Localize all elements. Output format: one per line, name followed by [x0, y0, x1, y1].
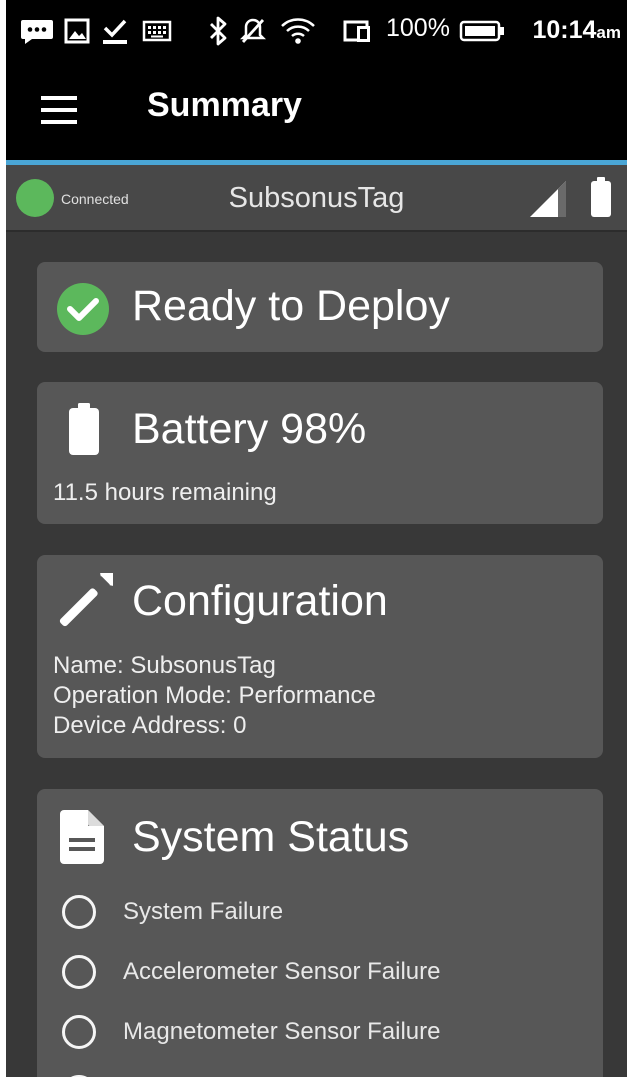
battery-title: Battery 98%	[132, 405, 367, 453]
battery-card[interactable]: Battery 98% 11.5 hours remaining	[37, 382, 603, 524]
keyboard-icon	[142, 16, 172, 46]
document-icon	[60, 810, 104, 869]
check-circle-icon	[56, 282, 110, 341]
page-title: Summary	[147, 86, 302, 124]
battery-icon	[590, 177, 612, 222]
image-icon	[64, 16, 90, 46]
config-operation-mode: Operation Mode: Performance	[53, 682, 376, 709]
clock: 10:14am	[532, 16, 621, 44]
connection-bar: Connected SubsonusTag	[6, 165, 627, 232]
status-bar: 100% 10:14am	[6, 0, 627, 60]
wifi-icon	[280, 16, 316, 46]
portrait-icon	[343, 16, 373, 46]
battery-full-icon	[69, 403, 99, 460]
status-indicator	[62, 955, 96, 989]
status-battery-icon	[459, 16, 505, 46]
battery-remaining: 11.5 hours remaining	[53, 479, 277, 506]
configuration-card[interactable]: Configuration Name: SubsonusTag Operatio…	[37, 555, 603, 758]
status-item-magnetometer-failure: Magnetometer Sensor Failure	[62, 1012, 440, 1052]
message-icon	[20, 16, 54, 46]
mute-icon	[240, 16, 266, 46]
status-item-partial	[62, 1072, 96, 1077]
download-done-icon	[102, 16, 128, 46]
config-device-address: Device Address: 0	[53, 712, 247, 739]
status-indicator	[62, 895, 96, 929]
status-item-system-failure: System Failure	[62, 892, 283, 932]
configuration-title: Configuration	[132, 577, 388, 625]
wrench-icon	[53, 557, 129, 638]
status-label: Accelerometer Sensor Failure	[123, 958, 441, 985]
status-label: Magnetometer Sensor Failure	[123, 1018, 441, 1045]
status-label: System Failure	[123, 898, 284, 925]
system-status-title: System Status	[132, 813, 410, 861]
battery-percent: 100%	[386, 14, 450, 42]
config-name: Name: SubsonusTag	[53, 652, 276, 679]
bluetooth-icon	[208, 16, 228, 46]
deploy-status-card[interactable]: Ready to Deploy	[37, 262, 603, 352]
status-item-accelerometer-failure: Accelerometer Sensor Failure	[62, 952, 440, 992]
status-indicator	[62, 1015, 96, 1049]
signal-icon	[528, 179, 568, 224]
system-status-card[interactable]: System Status System Failure Acceleromet…	[37, 789, 603, 1077]
app-frame: 100% 10:14am Summary Connected SubsonusT…	[6, 0, 627, 1077]
app-bar: Summary	[6, 60, 627, 160]
deploy-status-title: Ready to Deploy	[132, 282, 450, 330]
menu-icon[interactable]	[36, 90, 82, 130]
